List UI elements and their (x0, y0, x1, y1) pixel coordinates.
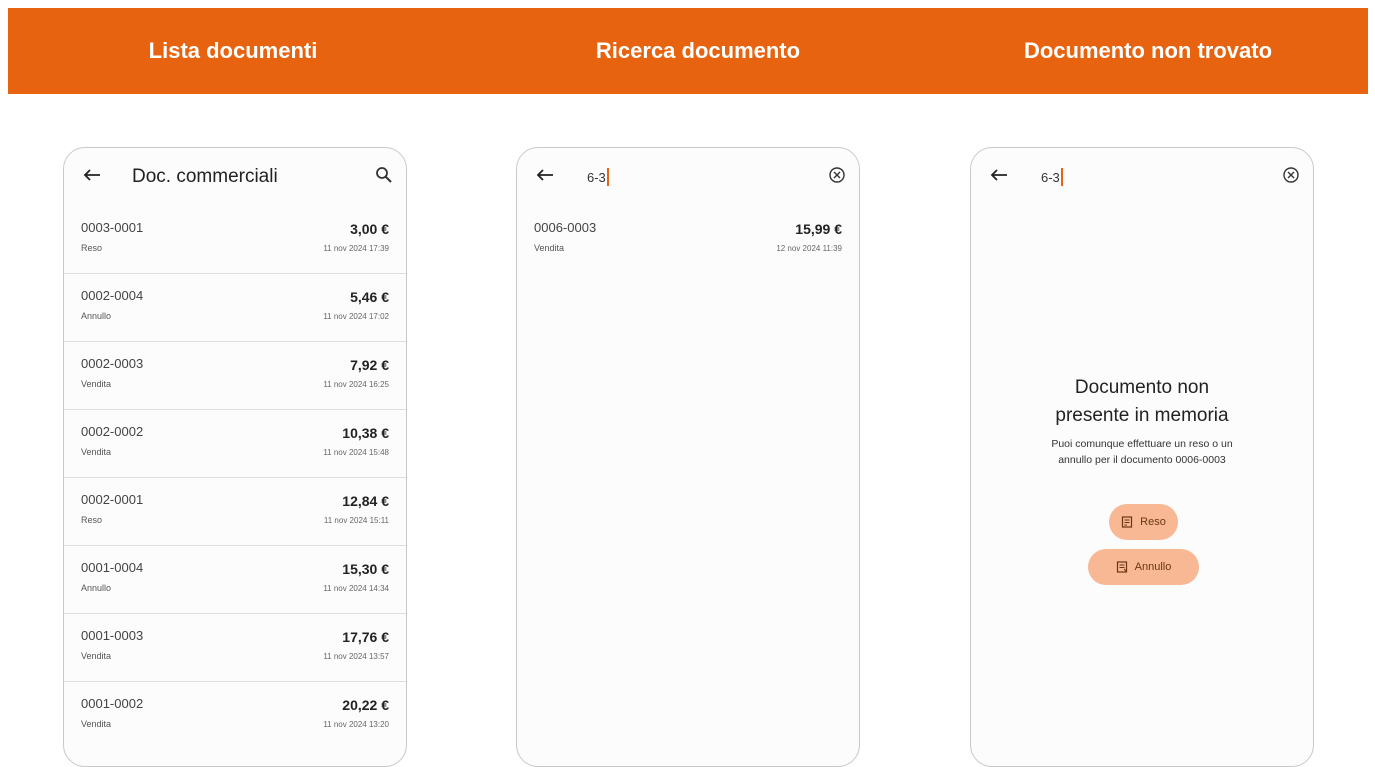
header-title-list: Lista documenti (148, 38, 318, 63)
document-number: 0002-0002 (81, 424, 144, 439)
document-amount: 7,92 € (350, 357, 389, 373)
arrow-left-icon[interactable] (82, 167, 102, 183)
document-amount: 3,00 € (350, 221, 389, 237)
document-date: 12 nov 2024 11:39 (776, 244, 842, 253)
document-date: 11 nov 2024 15:11 (323, 516, 389, 525)
not-found-title-line: Documento non (1074, 377, 1210, 398)
document-amount: 17,76 € (342, 629, 389, 645)
document-number: 0006-0003 (534, 220, 597, 235)
document-type: Vendita (81, 379, 112, 389)
document-date: 11 nov 2024 16:25 (323, 380, 389, 389)
search-input[interactable]: 6-3 (1041, 168, 1063, 186)
document-row[interactable]: 0003-0001 Reso 3,00 € 11 nov 2024 17:39 (64, 206, 406, 274)
document-row[interactable]: 0006-0003 Vendita 15,99 € 12 nov 2024 11:39 (517, 206, 859, 274)
not-found-message: Puoi comunque effettuare un reso o un an… (971, 436, 1313, 468)
header-banner: Lista documenti Ricerca documento Docume… (8, 8, 1368, 94)
document-type: Vendita (534, 243, 565, 253)
document-number: 0002-0001 (81, 492, 144, 507)
document-number: 0001-0004 (81, 560, 144, 575)
document-amount: 5,46 € (350, 289, 389, 305)
document-date: 11 nov 2024 17:02 (323, 312, 389, 321)
receipt-icon (1116, 561, 1127, 573)
not-found-title-line: presente in memoria (1055, 405, 1229, 426)
annullo-button-label: Annullo (1134, 561, 1172, 573)
document-row[interactable]: 0002-0001 Reso 12,84 € 11 nov 2024 15:11 (64, 478, 406, 546)
document-type: Reso (81, 515, 103, 525)
search-bar: 6-3 (517, 148, 859, 206)
phone-screen-list: Doc. commerciali 0003-0001 Reso 3,00 € 11 n… (63, 147, 407, 767)
phone-screen-notfound: 6-3 Documento non presente in memoria Pu… (970, 147, 1314, 767)
document-type: Vendita (81, 719, 112, 729)
document-row[interactable]: 0001-0002 Vendita 20,22 € 11 nov 2024 13:20 (64, 682, 406, 750)
text-cursor (1060, 168, 1063, 186)
search-bar: 6-3 (971, 148, 1313, 206)
document-date: 11 nov 2024 17:39 (323, 244, 389, 253)
document-row[interactable]: 0002-0003 Vendita 7,92 € 11 nov 2024 16:25 (64, 342, 406, 410)
document-type: Annullo (81, 583, 112, 593)
document-type: Annullo (81, 311, 112, 321)
document-row[interactable]: 0002-0004 Annullo 5,46 € 11 nov 2024 17:02 (64, 274, 406, 342)
document-row[interactable]: 0002-0002 Vendita 10,38 € 11 nov 2024 15:48 (64, 410, 406, 478)
phone-screen-search: 6-3 0006-0003 Vendita 15,99 € 12 nov 2024 1… (516, 147, 860, 767)
document-number: 0003-0001 (81, 220, 144, 235)
document-amount: 10,38 € (342, 425, 389, 441)
search-input[interactable]: 6-3 (587, 168, 609, 186)
document-amount: 20,22 € (342, 697, 389, 713)
search-icon[interactable] (374, 165, 394, 185)
document-date: 11 nov 2024 14:34 (323, 584, 389, 593)
arrow-left-icon[interactable] (989, 167, 1009, 183)
document-row[interactable]: 0001-0004 Annullo 15,30 € 11 nov 2024 14:34 (64, 546, 406, 614)
document-amount: 15,99 € (795, 221, 842, 237)
page-title: Doc. commerciali (132, 166, 278, 187)
document-row[interactable]: 0001-0003 Vendita 17,76 € 11 nov 2024 13:57 (64, 614, 406, 682)
document-amount: 12,84 € (342, 493, 389, 509)
reso-button-label: Reso (1140, 516, 1166, 528)
text-cursor (606, 168, 609, 186)
receipt-icon (1122, 516, 1133, 528)
not-found-message-line: annullo per il documento 0006-0003 (1058, 454, 1226, 466)
arrow-left-icon[interactable] (535, 167, 555, 183)
document-number: 0002-0004 (81, 288, 144, 303)
document-date: 11 nov 2024 13:20 (323, 720, 389, 729)
document-number: 0001-0003 (81, 628, 144, 643)
header-title-notfound: Documento non trovato (1023, 38, 1273, 63)
document-number: 0001-0002 (81, 696, 144, 711)
document-type: Reso (81, 243, 103, 253)
not-found-message-line: Puoi comunque effettuare un reso o un (1051, 438, 1233, 450)
document-date: 11 nov 2024 15:48 (323, 448, 389, 457)
header-title-search: Ricerca documento (595, 38, 801, 63)
clear-circle-icon[interactable] (1281, 165, 1301, 185)
not-found-title: Documento non presente in memoria (971, 374, 1313, 430)
top-app-bar: Doc. commerciali (64, 148, 406, 206)
reso-button[interactable]: Reso (1109, 504, 1178, 540)
clear-circle-icon[interactable] (827, 165, 847, 185)
annullo-button[interactable]: Annullo (1088, 549, 1199, 585)
document-amount: 15,30 € (342, 561, 389, 577)
document-number: 0002-0003 (81, 356, 144, 371)
document-type: Vendita (81, 651, 112, 661)
document-date: 11 nov 2024 13:57 (323, 652, 389, 661)
document-type: Vendita (81, 447, 112, 457)
